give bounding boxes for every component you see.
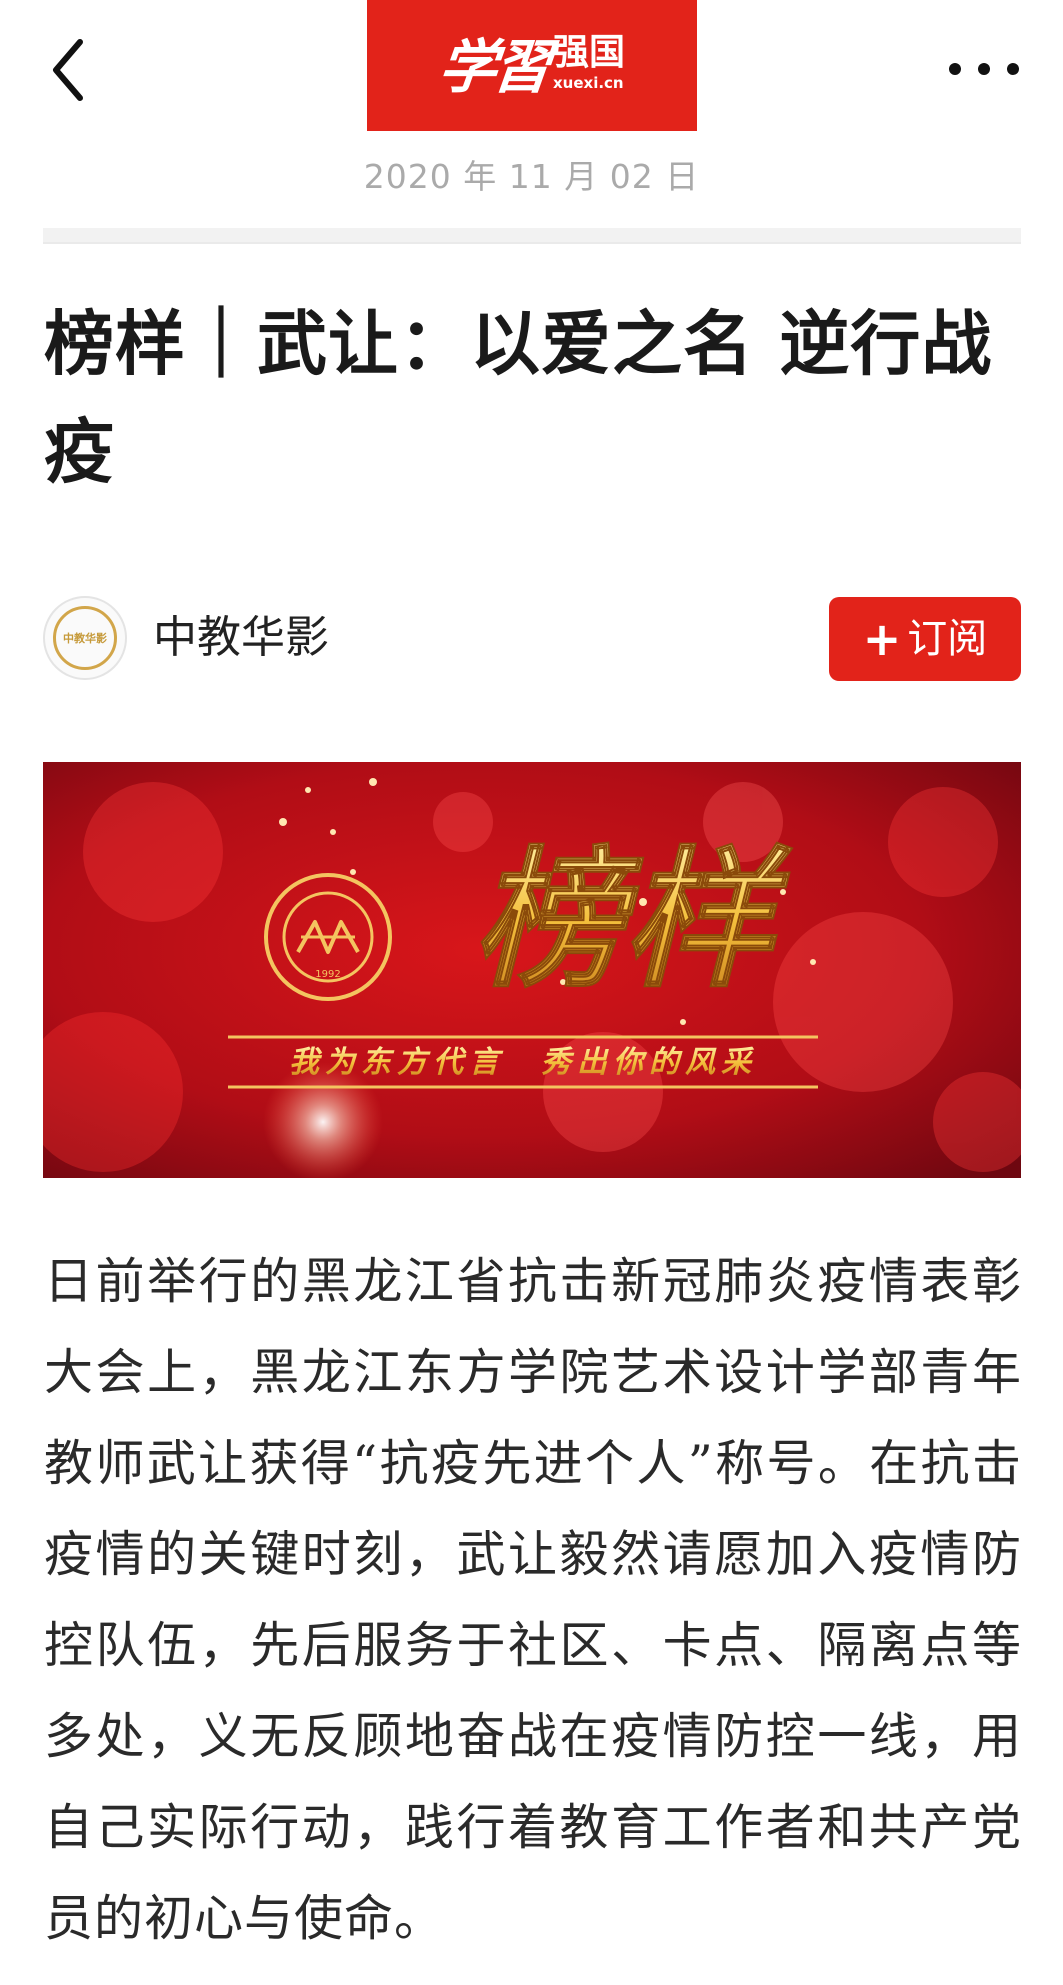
publish-date: 2020 年 11 月 02 日 (363, 157, 700, 196)
avatar-text: 中教华影 (63, 632, 107, 645)
banner-slogan: 我为东方代言 秀出你的风采 (289, 1045, 757, 1080)
back-button[interactable] (44, 30, 104, 110)
logo-name: 强国 (553, 32, 626, 73)
banner-graphic: 1992 榜样 我为东方代言 秀出你的风采 (43, 762, 1021, 1178)
divider (43, 228, 1021, 244)
top-bar: 学習 强国 xuexi.cn (0, 0, 1063, 132)
banner-heading: 榜样 (473, 832, 793, 1008)
author-row: 中教华影 中教华影 + 订阅 (43, 596, 1021, 682)
logo-domain: xuexi.cn (553, 74, 624, 92)
article-title: 榜样｜武让：以爱之名 逆行战疫 (44, 302, 993, 493)
article-body: 日前举行的黑龙江省抗击新冠肺炎疫情表彰大会上，黑龙江东方学院艺术设计学部青年教师… (44, 1253, 1022, 1947)
plus-icon: + (862, 612, 902, 666)
author-name[interactable]: 中教华影 (153, 612, 329, 664)
logo-brush-text: 学習 (435, 33, 551, 101)
chevron-left-icon (53, 39, 83, 101)
svg-text:1992: 1992 (315, 969, 340, 980)
author-avatar[interactable]: 中教华影 (43, 596, 127, 680)
university-emblem: 1992 (264, 873, 392, 1001)
article-banner-image: 1992 榜样 我为东方代言 秀出你的风采 (43, 762, 1021, 1178)
more-dot-icon (1007, 63, 1019, 75)
avatar-emblem: 中教华影 (53, 606, 117, 670)
more-dot-icon (978, 63, 990, 75)
xuexi-logo: 学習 强国 xuexi.cn (367, 0, 697, 131)
more-options-button[interactable] (949, 44, 1019, 94)
subscribe-label: 订阅 (907, 616, 988, 662)
more-dot-icon (949, 63, 961, 75)
subscribe-button[interactable]: + 订阅 (829, 597, 1021, 681)
